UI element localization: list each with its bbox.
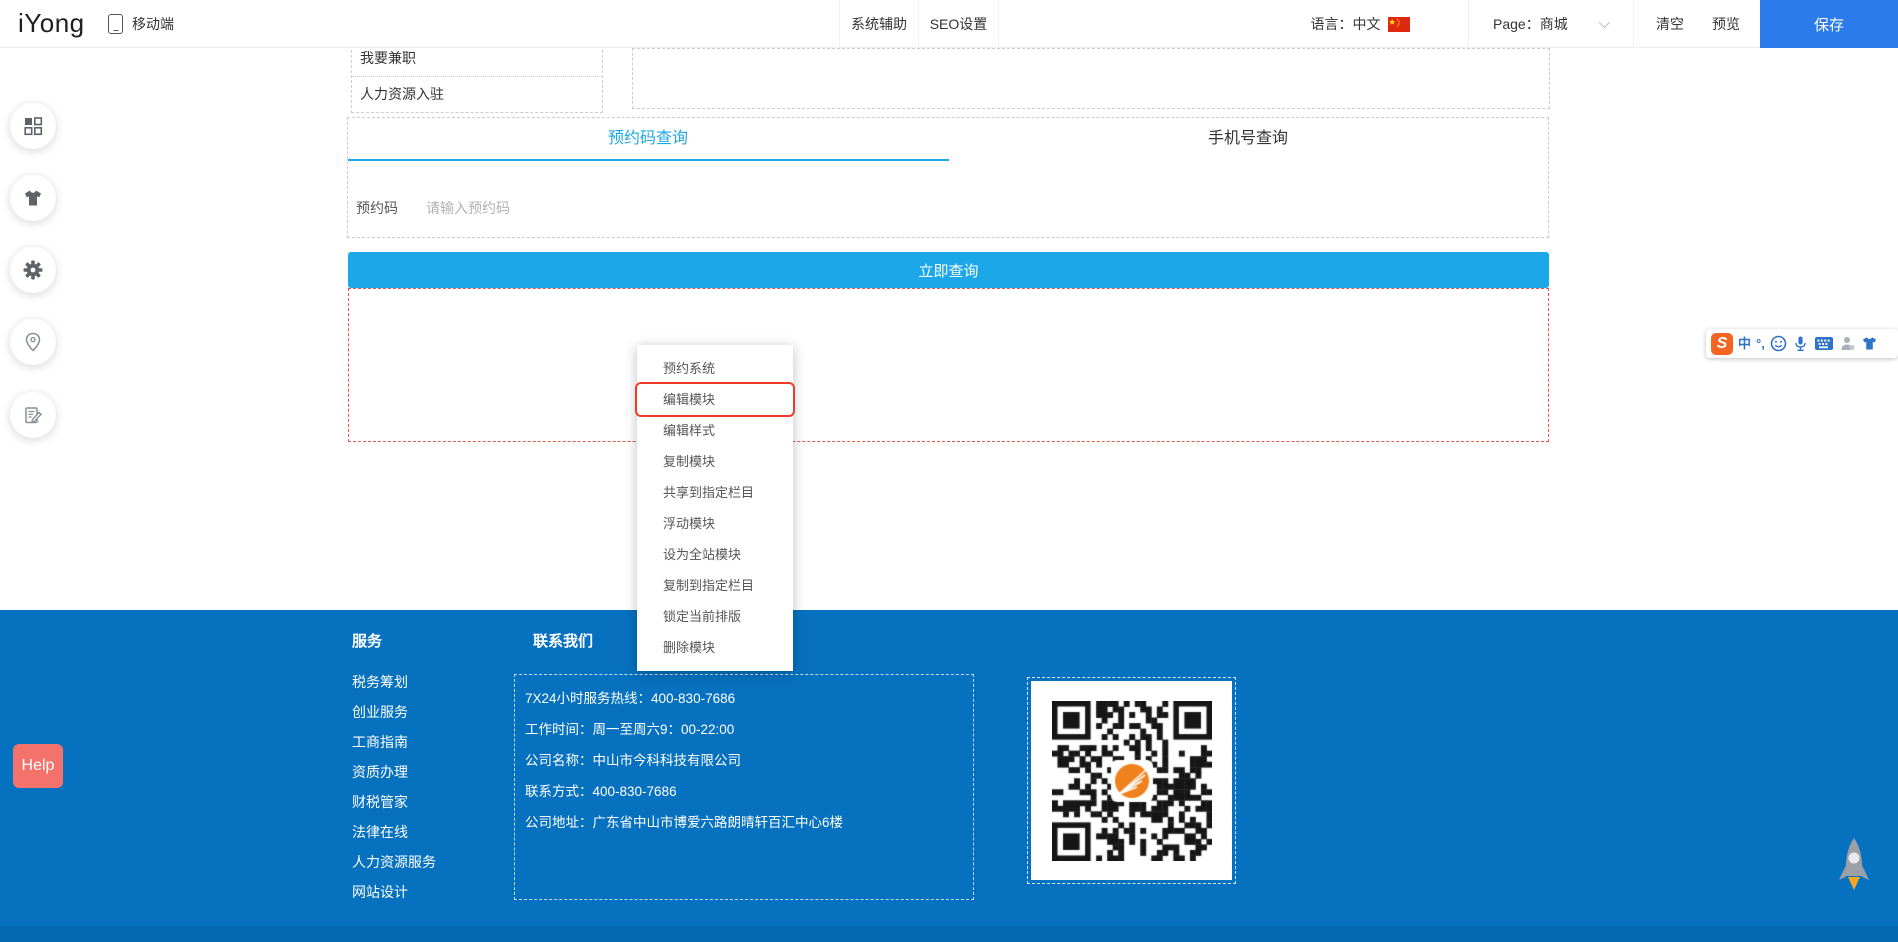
services-column-title: 服务: [352, 630, 382, 651]
ime-microphone-icon[interactable]: [1792, 335, 1809, 352]
top-toolbar: iYong 移动端 系统辅助 SEO设置 语言：中文 Page：商城 清空 预览…: [0, 0, 1898, 48]
contact-column-title: 联系我们: [533, 630, 593, 651]
nav-list-module: 我要兼职 人力资源入驻: [351, 40, 603, 113]
footer-link-hr-services[interactable]: 人力资源服务: [352, 852, 436, 882]
menu-item-float-module[interactable]: 浮动模块: [637, 508, 793, 539]
clear-button[interactable]: 清空: [1644, 0, 1696, 48]
sogou-logo-icon[interactable]: S: [1711, 333, 1733, 355]
mobile-device-icon: [108, 14, 123, 34]
menu-item-edit-style[interactable]: 编辑样式: [637, 415, 793, 446]
qr-code: [1052, 701, 1212, 861]
active-tab-underline: [348, 159, 949, 161]
modules-grid-icon: [22, 115, 44, 137]
tab-phone-query[interactable]: 手机号查询: [948, 118, 1548, 161]
ime-wardrobe-icon[interactable]: [1861, 335, 1878, 352]
ime-chinese-mode-icon[interactable]: 中: [1738, 330, 1751, 358]
footer-link-qualification[interactable]: 资质办理: [352, 762, 436, 792]
query-tabs: 预约码查询 手机号查询: [348, 118, 1548, 161]
ime-keyboard-icon[interactable]: [1814, 335, 1834, 352]
page-selector-label: Page：商城: [1493, 14, 1568, 34]
menu-item-copy-to-column[interactable]: 复制到指定栏目: [637, 570, 793, 601]
menu-item-booking-system[interactable]: 预约系统: [637, 353, 793, 384]
sidebar-theme-button[interactable]: [10, 175, 56, 221]
menu-item-copy-module[interactable]: 复制模块: [637, 446, 793, 477]
sidebar-location-button[interactable]: [10, 319, 56, 365]
selected-module-outline: [348, 288, 1549, 442]
language-label: 语言：中文: [1311, 14, 1381, 34]
booking-code-field-row: 预约码: [356, 198, 666, 218]
footer-bottom-strip: [0, 926, 1898, 942]
contact-address: 公司地址：广东省中山市博爱六路朗晴轩百汇中心6楼: [525, 807, 963, 838]
contact-phone: 联系方式：400-830-7686: [525, 776, 963, 807]
menu-item-set-sitewide[interactable]: 设为全站模块: [637, 539, 793, 570]
footer-link-tax-planning[interactable]: 税务筹划: [352, 672, 436, 702]
qr-code-module: [1027, 677, 1236, 884]
footer-link-startup-services[interactable]: 创业服务: [352, 702, 436, 732]
ime-punctuation-icon[interactable]: °,: [1756, 330, 1765, 358]
empty-module-placeholder: [632, 48, 1550, 109]
booking-code-input[interactable]: [426, 200, 666, 216]
booking-code-label: 预约码: [356, 198, 398, 218]
menu-item-delete-module[interactable]: 删除模块: [637, 632, 793, 663]
ime-skin-settings-icon[interactable]: [1839, 335, 1856, 352]
nav-item-hr-entry[interactable]: 人力资源入驻: [352, 77, 602, 113]
booking-query-module: 预约码查询 手机号查询 预约码: [347, 117, 1549, 238]
footer-link-business-guide[interactable]: 工商指南: [352, 732, 436, 762]
tshirt-icon: [22, 187, 44, 209]
contact-hotline: 7X24小时服务热线：400-830-7686: [525, 683, 963, 714]
contact-company-name: 公司名称：中山市今科科技有限公司: [525, 745, 963, 776]
services-links: 税务筹划 创业服务 工商指南 资质办理 财税管家 法律在线 人力资源服务 网站设…: [352, 672, 436, 912]
ime-emoji-icon[interactable]: [1770, 335, 1787, 352]
menu-item-share-to-column[interactable]: 共享到指定栏目: [637, 477, 793, 508]
save-button[interactable]: 保存: [1760, 0, 1898, 48]
preview-button[interactable]: 预览: [1700, 0, 1752, 48]
mobile-mode-button[interactable]: 移动端: [108, 0, 174, 48]
help-button[interactable]: Help: [13, 744, 63, 788]
footer-link-legal-online[interactable]: 法律在线: [352, 822, 436, 852]
footer-link-finance-butler[interactable]: 财税管家: [352, 792, 436, 822]
iyong-logo: iYong: [18, 8, 85, 39]
gear-icon: [22, 259, 44, 281]
sogou-ime-toolbar: S 中 °,: [1706, 329, 1898, 358]
menu-item-lock-layout[interactable]: 锁定当前排版: [637, 601, 793, 632]
seo-settings-button[interactable]: SEO设置: [919, 0, 999, 48]
chevron-down-icon: [1599, 17, 1610, 28]
editor-stage: iYong 移动端 系统辅助 SEO设置 语言：中文 Page：商城 清空 预览…: [0, 0, 1898, 942]
module-context-menu: 预约系统 编辑模块 编辑样式 复制模块 共享到指定栏目 浮动模块 设为全站模块 …: [637, 345, 793, 671]
tab-booking-code-query[interactable]: 预约码查询: [348, 118, 948, 161]
mobile-mode-label: 移动端: [132, 14, 174, 34]
contact-info-module: 7X24小时服务热线：400-830-7686 工作时间：周一至周六9：00-2…: [514, 674, 974, 900]
contact-hours: 工作时间：周一至周六9：00-22:00: [525, 714, 963, 745]
footer-link-web-design[interactable]: 网站设计: [352, 882, 436, 912]
site-footer: 服务 税务筹划 创业服务 工商指南 资质办理 财税管家 法律在线 人力资源服务 …: [0, 610, 1898, 942]
language-selector[interactable]: 语言：中文: [1300, 0, 1420, 48]
sidebar-modules-button[interactable]: [10, 103, 56, 149]
sidebar-settings-button[interactable]: [10, 247, 56, 293]
back-to-top-rocket[interactable]: [1832, 836, 1876, 900]
system-assist-button[interactable]: 系统辅助: [839, 0, 919, 48]
query-now-button[interactable]: 立即查询: [348, 252, 1549, 288]
sidebar-form-edit-button[interactable]: [10, 392, 56, 438]
page-selector-dropdown[interactable]: Page：商城: [1468, 0, 1634, 48]
location-pin-icon: [22, 331, 44, 353]
edit-note-icon: [22, 404, 44, 426]
menu-item-edit-module[interactable]: 编辑模块: [637, 384, 793, 415]
china-flag-icon: [1388, 17, 1410, 32]
